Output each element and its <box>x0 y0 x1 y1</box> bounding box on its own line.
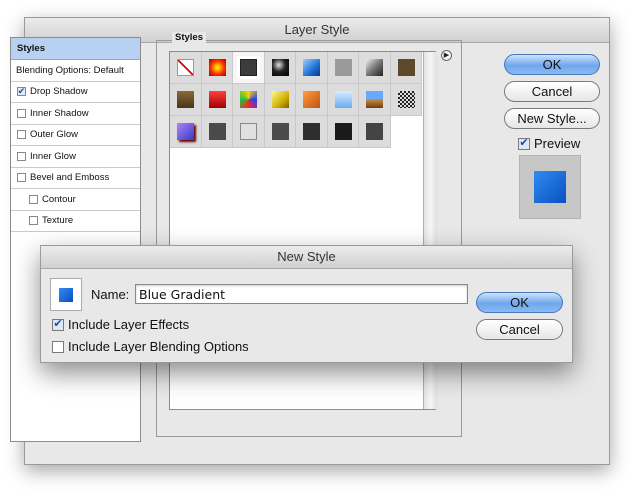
style-swatch[interactable] <box>201 84 233 116</box>
sidebar-item-inner-shadow[interactable]: Inner Shadow <box>11 103 140 125</box>
new-style-button[interactable]: New Style... <box>504 108 600 129</box>
charcoal-style-icon <box>271 123 289 140</box>
sidebar-item-label: Inner Glow <box>30 150 76 162</box>
multicolor-style-icon <box>240 91 257 108</box>
sidebar-item-bevel-emboss[interactable]: Bevel and Emboss <box>11 168 140 189</box>
orange-style-icon <box>303 91 320 108</box>
dialog-title: New Style <box>41 246 572 269</box>
style-swatch[interactable] <box>233 52 265 84</box>
wood-style-icon <box>177 91 194 108</box>
sidebar-item-label: Blending Options: Default <box>16 64 124 76</box>
include-blending-row: Include Layer Blending Options <box>52 339 249 354</box>
fire-style-icon <box>208 59 226 76</box>
sidebar-item-label: Outer Glow <box>30 129 79 141</box>
purple-style-icon <box>177 123 194 140</box>
sidebar-item-label: Contour <box>42 193 76 205</box>
style-swatch[interactable] <box>201 116 233 148</box>
sky-sand-style-icon <box>366 91 383 108</box>
blue-square-icon <box>59 288 73 302</box>
cancel-button[interactable]: Cancel <box>504 81 600 102</box>
style-swatch[interactable] <box>264 116 296 148</box>
style-swatch[interactable] <box>327 116 359 148</box>
chrome-style-icon <box>366 59 383 76</box>
style-swatch[interactable] <box>296 116 328 148</box>
graphite-style-icon <box>366 123 383 140</box>
sidebar-item-label: Bevel and Emboss <box>30 172 110 184</box>
light-blue-style-icon <box>334 91 352 108</box>
sidebar-item-drop-shadow[interactable]: ✔ Drop Shadow <box>11 82 140 103</box>
sidebar-item-label: Texture <box>42 215 74 227</box>
name-label: Name: <box>91 287 130 302</box>
new-style-dialog: New Style Name: ✔ Include Layer Effects … <box>40 245 573 363</box>
style-swatch[interactable] <box>170 116 202 148</box>
include-effects-row: ✔ Include Layer Effects <box>52 317 189 332</box>
sidebar-item-contour[interactable]: Contour <box>11 189 140 211</box>
deep-black-style-icon <box>334 123 352 140</box>
black-glass-style-icon <box>271 59 289 76</box>
checker-style-icon <box>397 91 415 108</box>
preview-swatch <box>519 155 581 219</box>
texture-checkbox[interactable] <box>29 216 38 226</box>
bevel-emboss-checkbox[interactable] <box>17 173 26 183</box>
styles-group-label: Styles <box>172 32 206 43</box>
include-blending-label: Include Layer Blending Options <box>68 339 249 354</box>
dark-square-style-icon <box>240 59 257 76</box>
style-swatch[interactable] <box>296 84 328 116</box>
brown-style-icon <box>397 59 415 76</box>
preview-label: Preview <box>534 136 581 151</box>
style-thumbnail <box>50 278 82 311</box>
style-swatch[interactable] <box>233 84 265 116</box>
sidebar-item-styles[interactable]: Styles <box>11 38 140 60</box>
style-swatch[interactable] <box>233 116 265 148</box>
style-swatch[interactable] <box>201 52 233 84</box>
style-swatch[interactable] <box>170 52 202 84</box>
name-input[interactable] <box>135 284 468 304</box>
blue-glass-style-icon <box>303 59 320 76</box>
sidebar-item-label: Styles <box>17 43 45 54</box>
dialog-cancel-button[interactable]: Cancel <box>476 319 563 340</box>
include-blending-checkbox[interactable] <box>52 340 64 353</box>
red-gel-style-icon <box>208 91 226 108</box>
contour-checkbox[interactable] <box>29 194 38 204</box>
dialog-ok-button[interactable]: OK <box>476 292 563 313</box>
preview-square-icon <box>534 171 566 203</box>
sidebar-item-label: Inner Shadow <box>30 107 89 119</box>
styles-sidebar: Styles Blending Options: Default ✔ Drop … <box>10 37 141 442</box>
include-effects-checkbox[interactable]: ✔ <box>52 318 64 331</box>
style-swatch[interactable] <box>359 84 391 116</box>
style-swatch[interactable] <box>327 84 359 116</box>
inner-shadow-checkbox[interactable] <box>17 108 26 118</box>
style-swatch[interactable] <box>264 84 296 116</box>
sidebar-item-label: Drop Shadow <box>30 86 88 98</box>
sidebar-item-outer-glow[interactable]: Outer Glow <box>11 125 140 146</box>
style-swatch[interactable] <box>296 52 328 84</box>
sidebar-item-inner-glow[interactable]: Inner Glow <box>11 146 140 168</box>
style-swatch[interactable] <box>170 84 202 116</box>
black-style-icon <box>303 123 320 140</box>
gold-style-icon <box>271 91 289 108</box>
dark-gray-style-icon <box>208 123 226 140</box>
include-effects-label: Include Layer Effects <box>68 317 190 332</box>
drop-shadow-checkbox[interactable]: ✔ <box>17 87 26 97</box>
style-swatch[interactable] <box>264 52 296 84</box>
outer-glow-checkbox[interactable] <box>17 130 26 140</box>
sidebar-item-blending-options[interactable]: Blending Options: Default <box>11 60 140 82</box>
ok-button[interactable]: OK <box>504 54 600 75</box>
style-swatch[interactable] <box>390 52 422 84</box>
panel-menu-icon[interactable]: ▶ <box>441 50 452 61</box>
style-swatch[interactable] <box>359 116 391 148</box>
preview-checkbox[interactable]: ✔ <box>518 137 530 150</box>
inner-glow-checkbox[interactable] <box>17 151 26 161</box>
no-style-icon <box>177 59 194 76</box>
preview-row: ✔ Preview <box>518 136 580 151</box>
sidebar-item-texture[interactable]: Texture <box>11 211 140 232</box>
gray-style-icon <box>334 59 352 76</box>
outline-style-icon <box>240 123 257 140</box>
style-swatch[interactable] <box>359 52 391 84</box>
style-swatch[interactable] <box>327 52 359 84</box>
style-swatch[interactable] <box>390 84 422 116</box>
